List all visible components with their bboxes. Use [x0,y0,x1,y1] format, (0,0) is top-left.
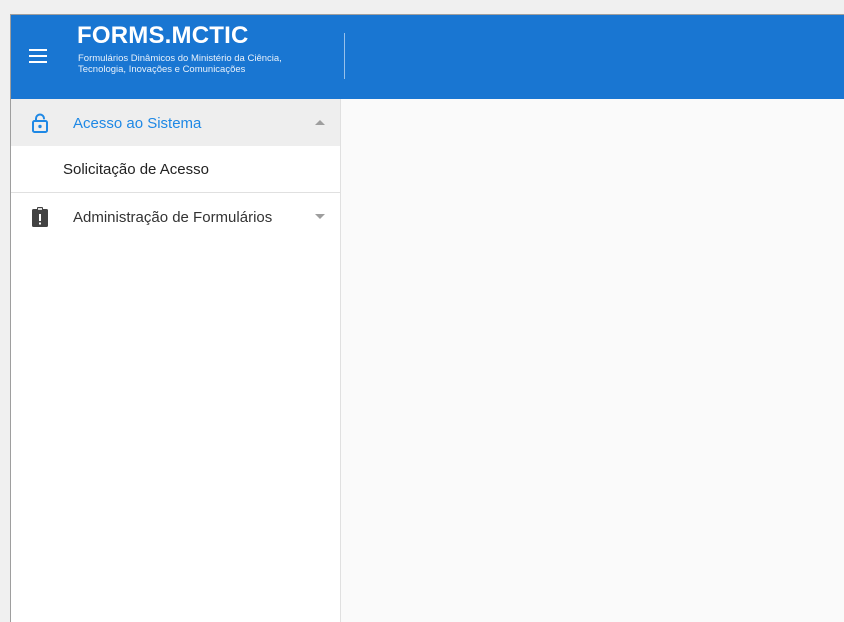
sidebar-group-administracao-de-formularios[interactable]: Administração de Formulários [11,193,340,240]
sidebar-item-label: Solicitação de Acesso [63,161,209,178]
lock-open-icon [29,112,51,134]
app-subtitle: Formulários Dinâmicos do Ministério da C… [78,53,282,75]
sidebar-group-label: Acesso ao Sistema [73,115,202,132]
chevron-down-icon [315,214,325,219]
app-window: FORMS.MCTIC Formulários Dinâmicos do Min… [10,14,844,622]
header-divider [344,33,345,79]
sidebar-group-label: Administração de Formulários [73,209,273,226]
sidebar-group-acesso-ao-sistema[interactable]: Acesso ao Sistema [11,99,340,146]
app-header: FORMS.MCTIC Formulários Dinâmicos do Min… [11,15,844,99]
app-title: FORMS.MCTIC [77,22,249,49]
chevron-up-icon [315,120,325,125]
sidebar-item-solicitacao-de-acesso[interactable]: Solicitação de Acesso [11,146,340,193]
clipboard-alert-icon [29,206,51,228]
hamburger-menu-icon[interactable] [29,49,47,63]
sidebar: Acesso ao Sistema Solicitação de Acesso … [11,99,341,622]
